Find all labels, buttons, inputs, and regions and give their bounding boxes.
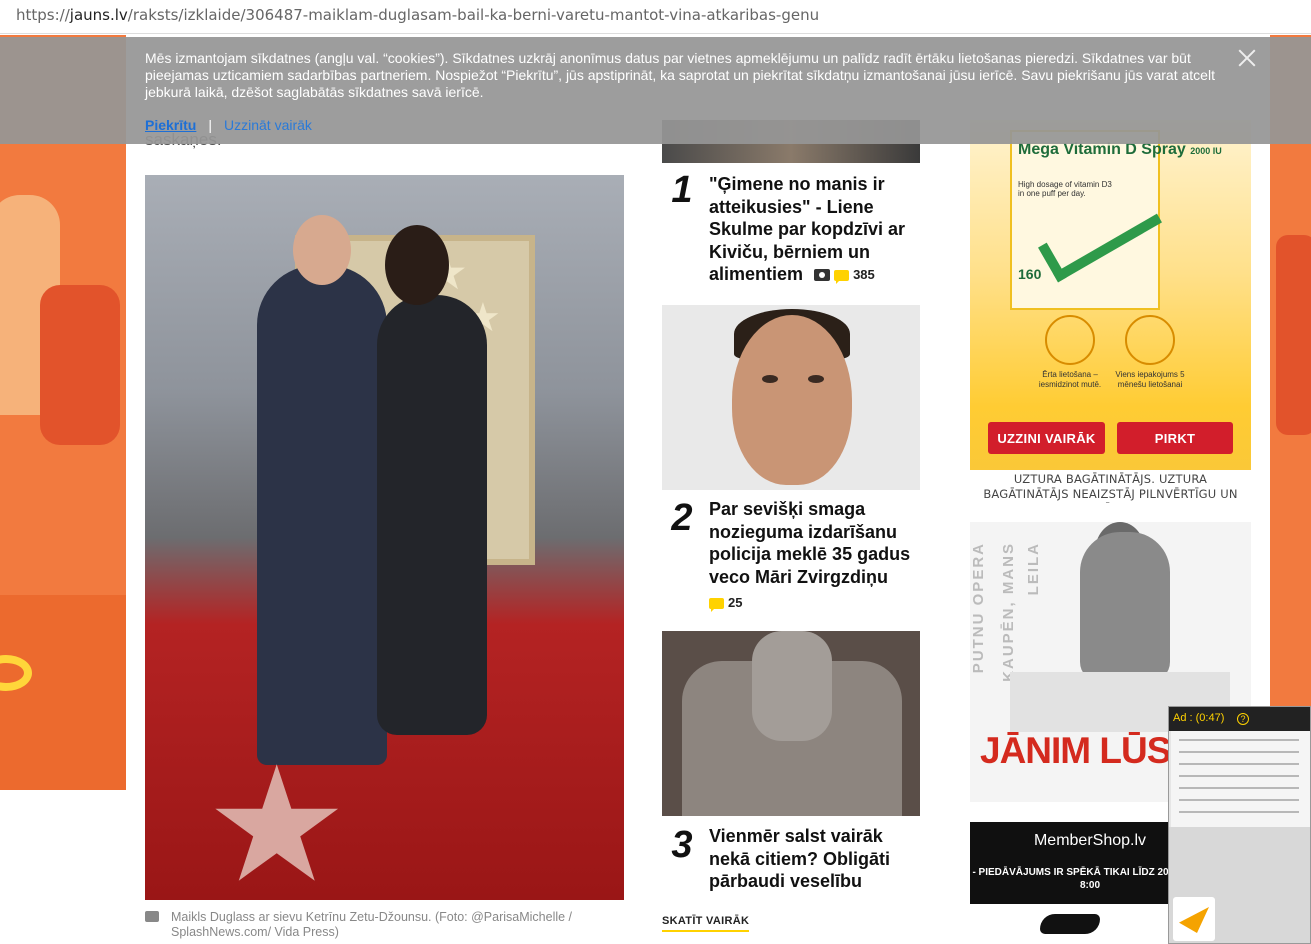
list-row [1179,799,1299,801]
photo-person-head [385,225,449,305]
background-ad-right[interactable] [1270,35,1311,785]
comments-meta: 25 [709,592,742,615]
list-row [1179,751,1299,753]
background-ad-left[interactable] [0,35,126,790]
popular-headline-3[interactable]: Vienmēr salst vairāk nekā citiem? Obligā… [709,825,919,893]
popular-thumbnail-3[interactable] [662,631,920,816]
ad-person [1080,532,1170,682]
list-row [1179,811,1299,813]
product-count: 160 [1018,266,1042,282]
headline-link[interactable]: Vienmēr salst vairāk nekā citiem? Obligā… [709,826,890,891]
photo-person [377,295,487,735]
headline-meta: 385 [814,264,875,287]
accept-cookies-link[interactable]: Piekrītu [145,117,196,133]
comment-icon [834,269,850,284]
close-icon[interactable] [1238,49,1256,67]
popular-thumbnail-2[interactable] [662,305,920,490]
thumbnail-eye [762,375,778,383]
article-photo[interactable]: ★ ★ ★ [145,175,624,900]
photo-person-head [293,215,351,285]
spray-icon [1045,315,1095,365]
crocodile-logo-icon [1040,914,1100,934]
popular-headline-2[interactable]: Par sevišķi smaga nozieguma izdarīšanu p… [709,498,919,615]
list-row [1179,775,1299,777]
image-caption: Maikls Duglass ar sievu Ketrīnu Zetu-Džo… [171,910,573,939]
learn-more-link[interactable]: Uzzināt vairāk [224,117,312,133]
see-more-link[interactable]: SKATĪT VAIRĀK [662,915,750,932]
vitamin-ad[interactable]: Mega Vitamin D Spray 2000 IU High dosage… [970,120,1251,503]
ad-vertical-text: LEILA [1025,542,1042,596]
rank-number: 2 [664,499,700,537]
product-subtitle: High dosage of vitamin D3 in one puff pe… [1018,180,1112,198]
video-frame [1171,731,1310,827]
list-row [1179,739,1299,741]
feature-text: Viens iepakojums 5 mēnešu lietošanai [1115,370,1185,389]
camera-icon [145,911,159,922]
walk-of-fame-star: ★ [205,735,349,901]
comment-count: 385 [853,267,875,282]
address-bar[interactable]: https://jauns.lv/raksts/izklaide/306487-… [0,0,1311,34]
comment-icon [709,597,724,612]
popular-headline-1[interactable]: "Ģimene no manis ir atteikusies" - Liene… [709,173,919,287]
url-text[interactable]: https://jauns.lv/raksts/izklaide/306487-… [16,6,819,24]
learn-more-button[interactable]: UZZINI VAIRĀK [988,422,1105,454]
thumbnail-eye [808,375,824,383]
background-figure [40,285,120,445]
calendar-icon [1125,315,1175,365]
video-ad-player[interactable]: Ad : (0:47) ? [1168,706,1311,944]
ad-vertical-text: PUTNU OPERA [970,542,987,674]
ad-countdown: Ad : (0:47) [1173,712,1225,724]
cookie-actions: Piekrītu | Uzzināt vairāk [145,117,312,133]
comment-count: 25 [728,595,743,610]
headline-link[interactable]: Par sevišķi smaga nozieguma izdarīšanu p… [709,499,910,587]
headline-meta: 25 [709,591,919,615]
list-row [1179,763,1299,765]
ad-vertical-text: KAUPĒN, MANS [1000,542,1017,682]
rank-number: 1 [664,171,700,209]
photo-person [257,265,387,765]
ad-disclaimer: UZTURA BAGĀTINĀTĀJS. UZTURA BAGĀTINĀTĀJS… [970,470,1251,503]
background-block [0,595,126,790]
rank-number: 3 [664,826,700,864]
cookie-text: Mēs izmantojam sīkdatnes (angļu val. “co… [145,50,1215,100]
buy-button[interactable]: PIRKT [1117,422,1233,454]
background-figure [1276,235,1311,435]
camera-icon [814,269,831,282]
headline-link[interactable]: "Ģimene no manis ir atteikusies" - Liene… [709,174,905,284]
list-row [1179,787,1299,789]
separator: | [208,117,212,133]
help-icon[interactable]: ? [1237,713,1249,725]
thumbnail-scarf [752,631,832,741]
cookie-banner: Mēs izmantojam sīkdatnes (angļu val. “co… [0,37,1311,144]
thumbnail-face [732,315,852,485]
feature-text: Ērta lietošana – iesmidzinot mutē. [1038,370,1102,389]
